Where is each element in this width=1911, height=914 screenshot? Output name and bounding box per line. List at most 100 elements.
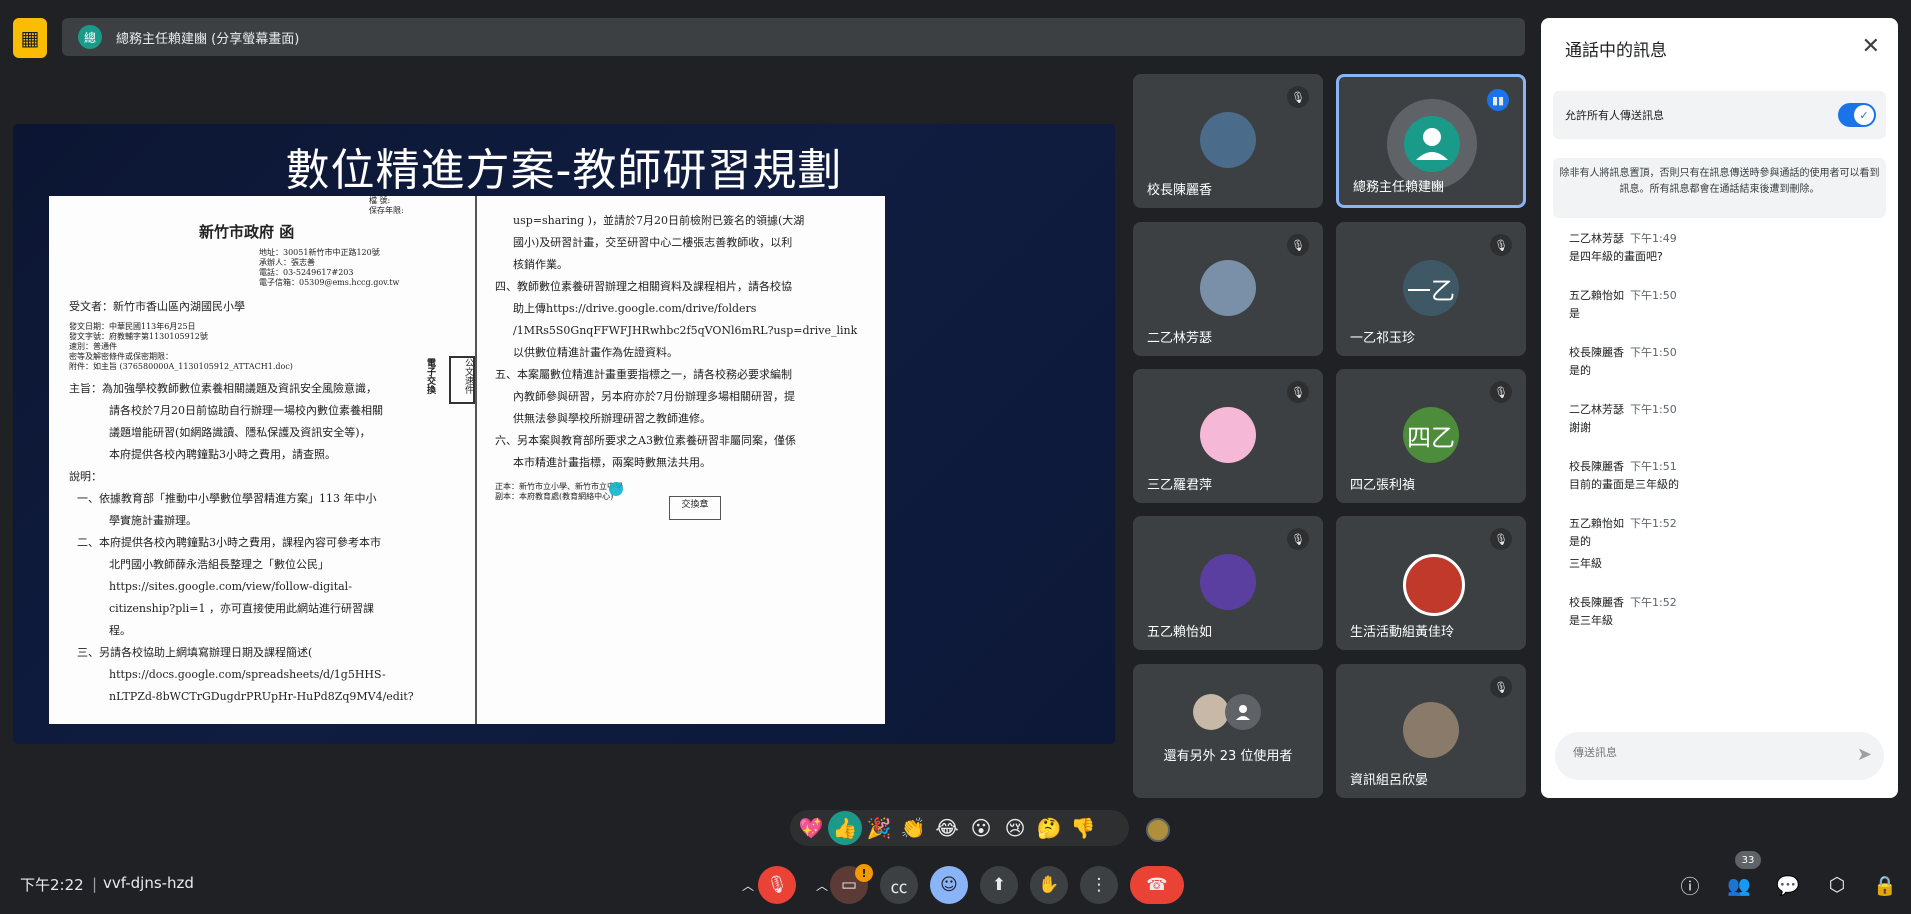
participant-name: 資訊組呂欣晏 xyxy=(1350,773,1429,788)
message-time: 下午1:50 xyxy=(1630,403,1677,416)
reaction-sad-button[interactable]: 😢 xyxy=(998,811,1032,845)
reaction-party-button[interactable]: 🎉 xyxy=(862,811,896,845)
mic-off-icon: 🎙 xyxy=(1490,234,1512,256)
separator: | xyxy=(92,875,98,893)
message-time: 下午1:52 xyxy=(1630,517,1677,530)
reaction-clap-button[interactable]: 👏 xyxy=(896,811,930,845)
participant-tile[interactable]: 🎙 一乙 一乙祁玉珍 xyxy=(1336,222,1526,356)
leave-call-button[interactable]: ☎ xyxy=(1130,866,1184,904)
doc-right-column: usp=sharing )，並請於7月20日前檢附已簽名的領據(大湖 國小)及研… xyxy=(495,210,875,502)
send-message-box: ➤ xyxy=(1555,732,1884,780)
captions-icon: ㏄ xyxy=(890,877,908,898)
participant-name: 四乙張利禎 xyxy=(1350,478,1416,493)
doc-stamp: 公文速件 xyxy=(449,356,475,404)
message-text: 是的 xyxy=(1569,535,1591,548)
raise-hand-button[interactable]: ✋ xyxy=(1030,866,1068,904)
reaction-surprised-button[interactable]: 😮 xyxy=(964,811,998,845)
avatar xyxy=(1200,112,1256,168)
message-text: 是 xyxy=(1569,307,1580,320)
pointer-cursor xyxy=(609,482,623,496)
avatar: 四乙 xyxy=(1403,407,1459,463)
chat-panel: 通話中的訊息 ✕ 允許所有人傳送訊息 ✓ 除非有人將訊息置頂，否則只有在訊息傳送… xyxy=(1541,18,1898,798)
host-controls-icon[interactable]: 🔒 xyxy=(1870,870,1900,900)
emoji-button[interactable]: ☺ xyxy=(930,866,968,904)
send-icon[interactable]: ➤ xyxy=(1857,744,1872,765)
message-sender: 校長陳麗香 xyxy=(1569,460,1624,473)
more-options-button[interactable]: ⋮ xyxy=(1080,866,1118,904)
meeting-code: vvf-djns-hzd xyxy=(103,874,194,892)
message-sender: 五乙賴怡如 xyxy=(1569,289,1624,302)
participant-tile[interactable]: 🎙 五乙賴怡如 xyxy=(1133,516,1323,650)
avatar xyxy=(1200,260,1256,316)
doc-items: 一、依據教育部「推動中小學數位學習精進方案」113 年中小 學實施計畫辦理。 二… xyxy=(77,492,414,703)
captions-button[interactable]: ㏄ xyxy=(880,866,918,904)
allow-messages-toggle[interactable]: ✓ xyxy=(1838,103,1876,127)
reaction-laugh-button[interactable]: 😂 xyxy=(930,811,964,845)
message-time: 下午1:50 xyxy=(1630,289,1677,302)
presentation-icon[interactable]: ▦ xyxy=(13,18,47,58)
reaction-thumbs-down-button[interactable]: 👎 xyxy=(1066,811,1100,845)
chat-notice: 除非有人將訊息置頂，否則只有在訊息傳送時參與通話的使用者可以看到訊息。所有訊息都… xyxy=(1553,158,1886,218)
person-icon xyxy=(1404,116,1460,172)
info-icon[interactable]: ⓘ xyxy=(1675,870,1705,900)
message-sender: 校長陳麗香 xyxy=(1569,596,1624,609)
avatar: 一乙 xyxy=(1403,260,1459,316)
chevron-up-icon[interactable]: ︿ xyxy=(812,868,832,902)
participant-tile[interactable]: 🎙 三乙羅君萍 xyxy=(1133,369,1323,503)
activities-icon[interactable]: ⬡ xyxy=(1822,870,1852,900)
doc-dispatch: 發文日期：中華民國113年6月25日 發文字號：府教輔字第1130105912號… xyxy=(69,322,293,371)
chat-icon[interactable]: 💬 xyxy=(1773,870,1803,900)
message-time: 下午1:51 xyxy=(1630,460,1677,473)
doc-subject: 主旨：為加強學校教師數位素養相關議題及資訊安全風險意識， 請各校於7月20日前協… xyxy=(69,382,383,461)
participant-tile-active-speaker[interactable]: ▮▮ 總務主任賴建豳 xyxy=(1336,74,1526,208)
mic-off-icon: 🎙 xyxy=(1490,381,1512,403)
reaction-thinking-button[interactable]: 🤔 xyxy=(1032,811,1066,845)
chat-message: 二乙林芳瑟 下午1:49 是四年級的畫面吧? xyxy=(1569,232,1879,268)
message-sender: 校長陳麗香 xyxy=(1569,346,1624,359)
chat-message: 五乙賴怡如 下午1:52 是的 三年級 xyxy=(1569,517,1879,575)
chat-message: 五乙賴怡如 下午1:50 是 xyxy=(1569,289,1879,325)
participant-name: 二乙林芳瑟 xyxy=(1147,331,1213,346)
participant-tile[interactable]: 🎙 資訊組呂欣晏 xyxy=(1336,664,1526,798)
message-time: 下午1:49 xyxy=(1630,232,1677,245)
chat-message: 校長陳麗香 下午1:51 目前的畫面是三年級的 xyxy=(1569,460,1879,496)
mic-off-icon: 🎙 xyxy=(1287,86,1309,108)
message-text: 目前的畫面是三年級的 xyxy=(1569,478,1679,491)
participant-name: 生活活動組黃佳玲 xyxy=(1350,625,1455,640)
reaction-heart-button[interactable]: 💖 xyxy=(794,811,828,845)
mic-toggle-button[interactable]: 🎙 xyxy=(758,866,796,904)
doc-meta: 檔 號: 保存年限: xyxy=(369,196,404,215)
mic-off-icon: 🎙 xyxy=(1287,528,1309,550)
present-screen-icon: ⬆ xyxy=(991,875,1007,895)
participant-tile[interactable]: 🎙 四乙 四乙張利禎 xyxy=(1336,369,1526,503)
chat-message: 二乙林芳瑟 下午1:50 謝謝 xyxy=(1569,403,1879,439)
check-icon: ✓ xyxy=(1854,105,1874,125)
message-text: 是的 xyxy=(1569,364,1591,377)
doc-recipient: 受文者：新竹市香山區內湖國民小學 xyxy=(69,300,245,313)
doc-agency: 新竹市政府 函 xyxy=(199,223,295,241)
people-icon[interactable]: 👥 xyxy=(1724,870,1754,900)
document-page: 檔 號: 保存年限: 新竹市政府 函 地址：30051新竹市中正路120號 承辦… xyxy=(49,196,885,724)
reaction-thumbs-up-button[interactable]: 👍 xyxy=(828,811,862,845)
chat-message: 校長陳麗香 下午1:50 是的 xyxy=(1569,346,1879,382)
presenter-label: 總務主任賴建豳 (分享螢幕畫面) xyxy=(116,31,300,47)
participant-tile[interactable]: 🎙 校長陳麗香 xyxy=(1133,74,1323,208)
chat-messages: 二乙林芳瑟 下午1:49 是四年級的畫面吧? 五乙賴怡如 下午1:50 是 校長陳麗… xyxy=(1569,232,1879,653)
participant-name: 總務主任賴建豳 xyxy=(1353,180,1445,195)
doc-left-column: 檔 號: 保存年限: 新竹市政府 函 地址：30051新竹市中正路120號 承辦… xyxy=(69,196,469,708)
chevron-up-icon[interactable]: ︿ xyxy=(738,868,758,902)
more-vert-icon: ⋮ xyxy=(1090,875,1108,895)
avatar xyxy=(1403,702,1459,758)
avatar xyxy=(1200,554,1256,610)
skin-tone-button[interactable] xyxy=(1146,818,1170,842)
people-count-badge: 33 xyxy=(1735,851,1761,869)
close-icon[interactable]: ✕ xyxy=(1862,34,1880,59)
mic-off-icon: 🎙 xyxy=(766,875,788,895)
participant-tile[interactable]: 🎙 二乙林芳瑟 xyxy=(1133,222,1323,356)
others-tile[interactable]: 還有另外 23 位使用者 xyxy=(1133,664,1323,798)
mic-off-icon: 🎙 xyxy=(1287,381,1309,403)
participant-tile[interactable]: 🎙 生活活動組黃佳玲 xyxy=(1336,516,1526,650)
mic-off-icon: 🎙 xyxy=(1490,676,1512,698)
send-message-input[interactable] xyxy=(1571,745,1835,760)
present-button[interactable]: ⬆ xyxy=(980,866,1018,904)
